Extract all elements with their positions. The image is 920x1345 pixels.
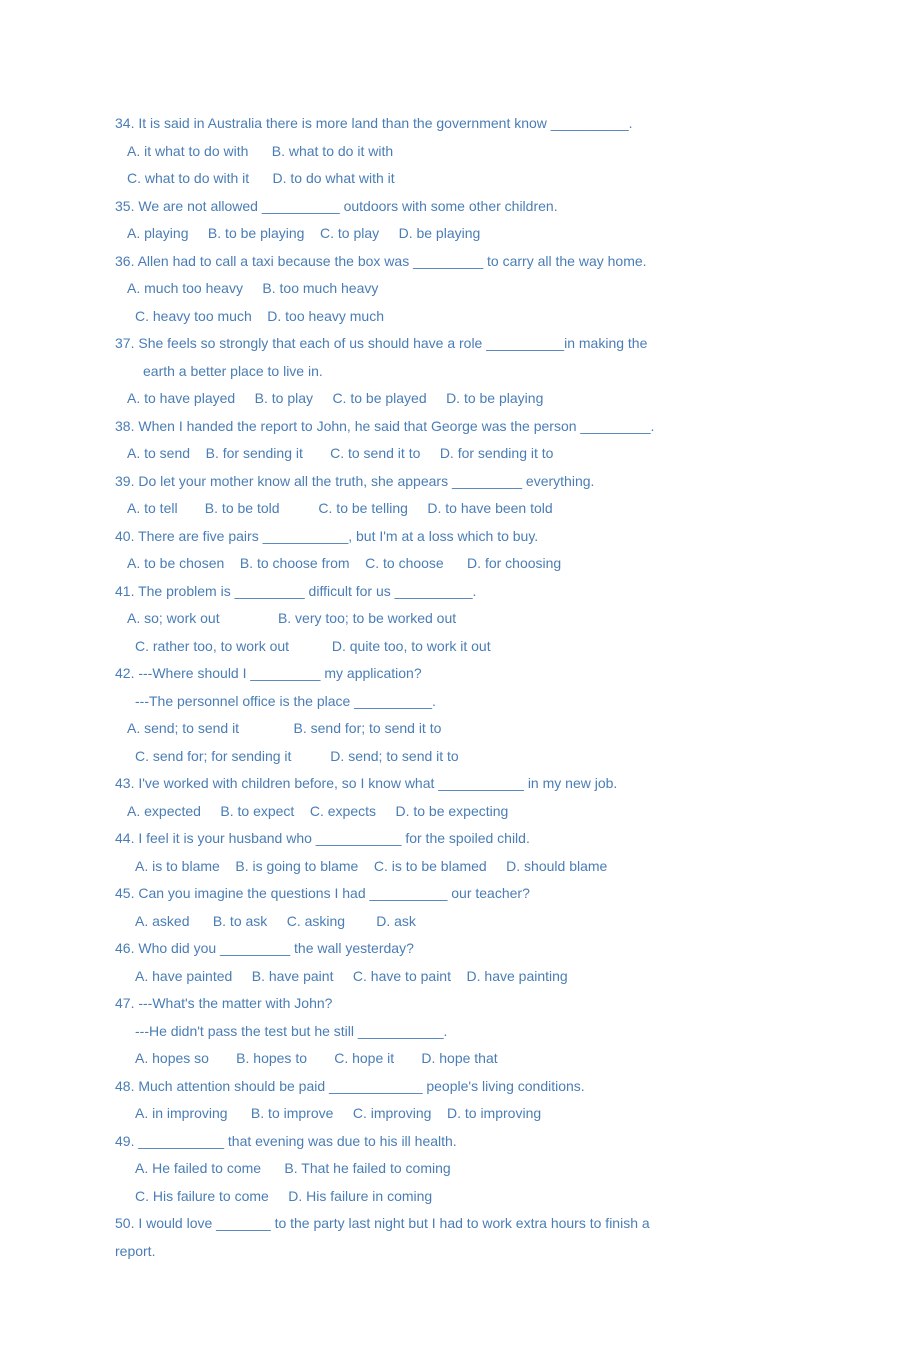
text-line: ---He didn't pass the test but he still … (115, 1018, 805, 1046)
text-line: 37. She feels so strongly that each of u… (115, 330, 805, 358)
text-line: A. send; to send it B. send for; to send… (115, 715, 805, 743)
text-line: A. much too heavy B. too much heavy (115, 275, 805, 303)
text-line: A. expected B. to expect C. expects D. t… (115, 798, 805, 826)
text-line: 43. I've worked with children before, so… (115, 770, 805, 798)
text-line: A. to have played B. to play C. to be pl… (115, 385, 805, 413)
text-line: A. so; work out B. very too; to be worke… (115, 605, 805, 633)
text-line: 42. ---Where should I _________ my appli… (115, 660, 805, 688)
text-line: 39. Do let your mother know all the trut… (115, 468, 805, 496)
text-line: 34. It is said in Australia there is mor… (115, 110, 805, 138)
text-line: A. to be chosen B. to choose from C. to … (115, 550, 805, 578)
text-line: 36. Allen had to call a taxi because the… (115, 248, 805, 276)
text-line: 38. When I handed the report to John, he… (115, 413, 805, 441)
text-line: A. is to blame B. is going to blame C. i… (115, 853, 805, 881)
text-line: A. have painted B. have paint C. have to… (115, 963, 805, 991)
text-line: A. in improving B. to improve C. improvi… (115, 1100, 805, 1128)
document-page: 34. It is said in Australia there is mor… (0, 0, 920, 1345)
text-line: A. playing B. to be playing C. to play D… (115, 220, 805, 248)
text-line: 50. I would love _______ to the party la… (115, 1210, 805, 1238)
text-line: A. to tell B. to be told C. to be tellin… (115, 495, 805, 523)
text-line: A. hopes so B. hopes to C. hope it D. ho… (115, 1045, 805, 1073)
text-line: A. He failed to come B. That he failed t… (115, 1155, 805, 1183)
text-line: 44. I feel it is your husband who ______… (115, 825, 805, 853)
text-line: 45. Can you imagine the questions I had … (115, 880, 805, 908)
text-line: report. (115, 1238, 805, 1266)
text-line: earth a better place to live in. (115, 358, 805, 386)
text-line: C. His failure to come D. His failure in… (115, 1183, 805, 1211)
text-line: C. what to do with it D. to do what with… (115, 165, 805, 193)
text-line: C. heavy too much D. too heavy much (115, 303, 805, 331)
text-line: A. asked B. to ask C. asking D. ask (115, 908, 805, 936)
text-line: 46. Who did you _________ the wall yeste… (115, 935, 805, 963)
text-line: A. it what to do with B. what to do it w… (115, 138, 805, 166)
text-line: 47. ---What's the matter with John? (115, 990, 805, 1018)
text-line: A. to send B. for sending it C. to send … (115, 440, 805, 468)
text-line: C. rather too, to work out D. quite too,… (115, 633, 805, 661)
text-line: 40. There are five pairs ___________, bu… (115, 523, 805, 551)
text-line: 35. We are not allowed __________ outdoo… (115, 193, 805, 221)
text-line: 41. The problem is _________ difficult f… (115, 578, 805, 606)
text-line: C. send for; for sending it D. send; to … (115, 743, 805, 771)
text-line: 49. ___________ that evening was due to … (115, 1128, 805, 1156)
text-line: 48. Much attention should be paid ______… (115, 1073, 805, 1101)
text-line: ---The personnel office is the place ___… (115, 688, 805, 716)
